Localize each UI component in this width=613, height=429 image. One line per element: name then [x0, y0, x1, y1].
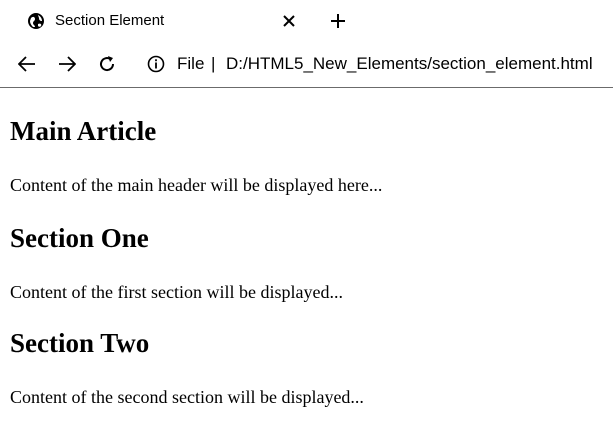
reload-icon[interactable] — [95, 52, 119, 76]
page-content: Main Article Content of the main header … — [0, 89, 613, 429]
section-two-heading: Section Two — [10, 328, 150, 358]
close-icon[interactable] — [278, 10, 300, 32]
arrow-right-icon[interactable] — [55, 52, 79, 76]
tab-strip: Section Element — [0, 0, 613, 42]
address-bar: File | D:/HTML5_New_Elements/section_ele… — [0, 42, 613, 88]
url-field[interactable]: D:/HTML5_New_Elements/section_element.ht… — [226, 54, 593, 74]
tab-title: Section Element — [55, 12, 165, 29]
main-article-text: Content of the main header will be displ… — [10, 175, 383, 195]
active-tab[interactable]: Section Element — [0, 0, 313, 42]
section-one-heading: Section One — [10, 223, 149, 253]
plus-icon[interactable] — [326, 9, 350, 33]
url-separator: | — [211, 54, 216, 73]
arrow-left-icon[interactable] — [15, 52, 39, 76]
section-two-text: Content of the second section will be di… — [10, 387, 364, 407]
globe-icon — [28, 13, 44, 29]
scheme-label[interactable]: File — [177, 54, 204, 74]
info-icon[interactable] — [147, 55, 165, 73]
main-article-heading: Main Article — [10, 116, 157, 146]
section-one-text: Content of the first section will be dis… — [10, 282, 343, 302]
